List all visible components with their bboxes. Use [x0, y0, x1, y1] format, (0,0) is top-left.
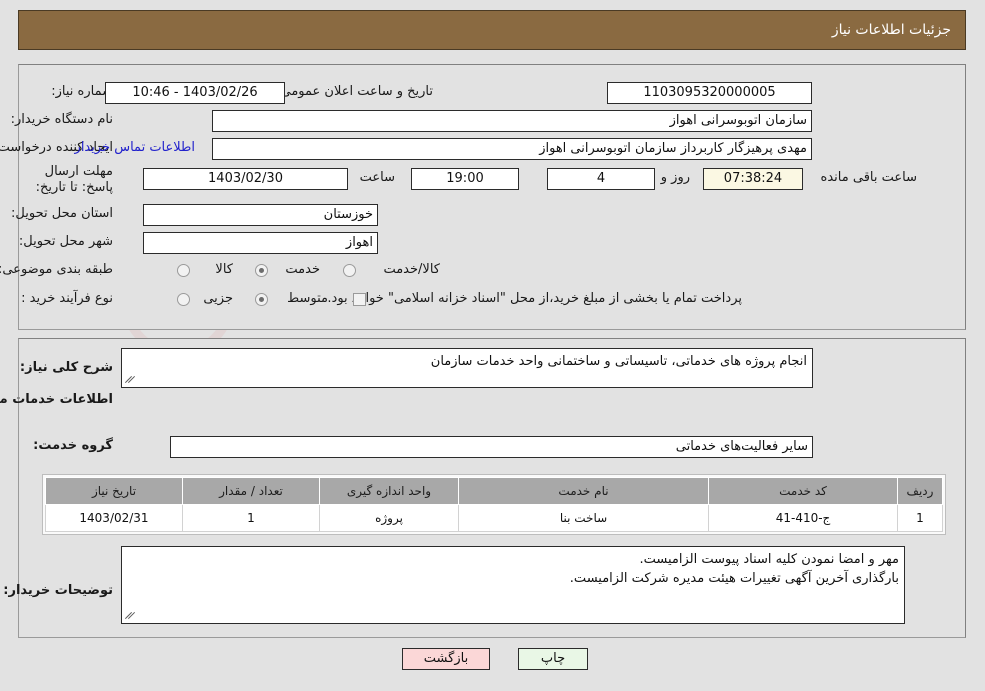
header-bar: جزئیات اطلاعات نیاز [18, 10, 966, 50]
buyer-notes-textarea[interactable]: مهر و امضا نمودن کلیه اسناد پیوست الزامی… [121, 546, 905, 624]
deadline-date-value: 1403/02/30 [143, 168, 348, 190]
th-service-code: کد خدمت [708, 477, 898, 505]
buyer-org-label: نام دستگاه خریدار: [10, 112, 113, 127]
buyer-contact-link[interactable]: اطلاعات تماس خریدار [75, 140, 195, 155]
th-row-number: ردیف [897, 477, 943, 505]
buyer-org-value: سازمان اتوبوسرانی اهواز [212, 110, 812, 132]
th-unit: واحد اندازه گیری [319, 477, 459, 505]
need-number-label: شماره نیاز: [51, 84, 113, 99]
general-description-textarea[interactable]: انجام پروژه های خدماتی، تاسیساتی و ساختم… [121, 348, 813, 388]
buyer-notes-label: توضیحات خریدار: [3, 583, 113, 598]
treasury-bond-label: پرداخت تمام یا بخشی از مبلغ خرید،از محل … [327, 291, 742, 306]
buyer-notes-line-0: مهر و امضا نمودن کلیه اسناد پیوست الزامی… [639, 552, 899, 567]
service-group-value: سایر فعالیت‌های خدماتی [170, 436, 813, 458]
table-row[interactable]: 1 ج-410-41 ساخت بنا پروژه 1 1403/02/31 [45, 504, 943, 532]
table-header-row: ردیف کد خدمت نام خدمت واحد اندازه گیری ت… [45, 477, 943, 505]
category-option-label-2: کالا/خدمت [383, 262, 440, 277]
days-remaining-value: 4 [547, 168, 655, 190]
city-label: شهر محل تحویل: [18, 234, 113, 249]
remaining-suffix-label: ساعت باقی مانده [820, 170, 917, 185]
countdown-timer: 07:38:24 [703, 168, 803, 190]
th-service-name: نام خدمت [458, 477, 709, 505]
category-option-label-1: خدمت [285, 262, 320, 277]
general-description-value: انجام پروژه های خدماتی، تاسیساتی و ساختم… [430, 354, 807, 369]
th-quantity: تعداد / مقدار [182, 477, 320, 505]
announce-datetime-value: 1403/02/26 - 10:46 [105, 82, 285, 104]
print-button[interactable]: چاپ [518, 648, 588, 670]
page-title: جزئیات اطلاعات نیاز [831, 22, 951, 38]
category-option-label-0: کالا [215, 262, 233, 277]
treasury-bond-checkbox[interactable] [353, 293, 366, 306]
need-number-value: 1103095320000005 [607, 82, 812, 104]
cell-quantity: 1 [182, 504, 320, 532]
process-option-label-1: متوسط [287, 291, 328, 306]
deadline-time-label: ساعت [359, 170, 395, 185]
page-root: جزئیات اطلاعات نیاز AnaTender.net شماره … [0, 0, 985, 691]
back-button[interactable]: بازگشت [402, 648, 490, 670]
radio-process-motavasset[interactable] [255, 293, 268, 306]
cell-unit: پروژه [319, 504, 459, 532]
deadline-time-value: 19:00 [411, 168, 519, 190]
cell-service-code: ج-410-41 [708, 504, 898, 532]
requester-value: مهدی پرهیزگار کاربرداز سازمان اتوبوسرانی… [212, 138, 812, 160]
services-table: ردیف کد خدمت نام خدمت واحد اندازه گیری ت… [45, 477, 943, 532]
cell-need-date: 1403/02/31 [45, 504, 183, 532]
general-description-label: شرح کلی نیاز: [19, 360, 113, 375]
radio-category-kala[interactable] [177, 264, 190, 277]
process-label: نوع فرآیند خرید : [21, 291, 113, 306]
th-need-date: تاریخ نیاز [45, 477, 183, 505]
announce-datetime-label: تاریخ و ساعت اعلان عمومی: [276, 84, 433, 99]
province-value: خوزستان [143, 204, 378, 226]
category-label: طبقه بندی موضوعی: [0, 262, 113, 277]
services-section-title: اطلاعات خدمات مورد نیاز [0, 392, 113, 407]
process-option-label-0: جزیی [203, 291, 233, 306]
services-table-wrapper: ردیف کد خدمت نام خدمت واحد اندازه گیری ت… [42, 474, 946, 535]
radio-category-kala-khedmat[interactable] [343, 264, 356, 277]
cell-service-name: ساخت بنا [458, 504, 709, 532]
cell-row-number: 1 [897, 504, 943, 532]
radio-category-khedmat[interactable] [255, 264, 268, 277]
radio-process-jozii[interactable] [177, 293, 190, 306]
deadline-label: مهلت ارسال پاسخ: تا تاریخ: [35, 164, 113, 195]
days-word-label: روز و [660, 170, 690, 185]
service-group-label: گروه خدمت: [33, 438, 113, 453]
city-value: اهواز [143, 232, 378, 254]
buyer-notes-line-1: بارگذاری آخرین آگهی تغییرات هیئت مدیره ش… [569, 571, 899, 586]
resize-grip-icon[interactable] [124, 610, 136, 622]
province-label: استان محل تحویل: [11, 206, 113, 221]
resize-grip-icon[interactable] [124, 374, 136, 386]
